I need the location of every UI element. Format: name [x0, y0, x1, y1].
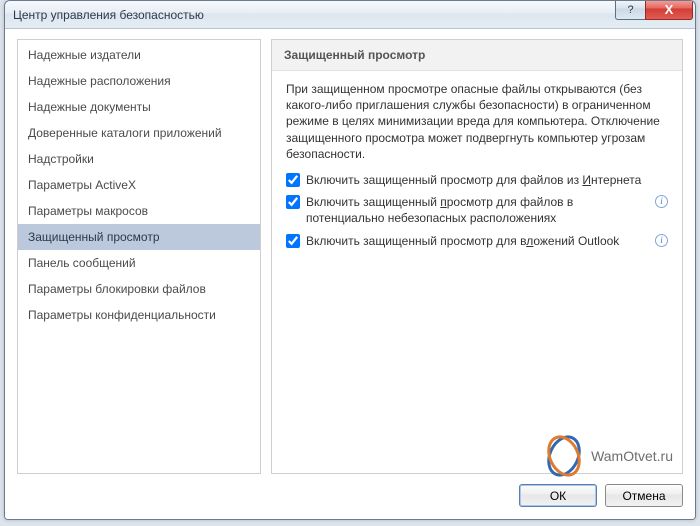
sidebar-item-trusted-locations[interactable]: Надежные расположения	[18, 68, 260, 94]
help-button[interactable]: ?	[615, 0, 645, 20]
sidebar-item-privacy[interactable]: Параметры конфиденциальности	[18, 302, 260, 328]
columns: Надежные издатели Надежные расположения …	[17, 39, 683, 474]
label-outlook-attachments[interactable]: Включить защищенный просмотр для вложени…	[306, 233, 645, 249]
section-heading: Защищенный просмотр	[272, 40, 682, 71]
info-icon[interactable]: i	[655, 234, 668, 247]
section-description: При защищенном просмотре опасные файлы о…	[286, 81, 668, 162]
option-internet-files: Включить защищенный просмотр для файлов …	[286, 172, 668, 188]
content-panel: Защищенный просмотр При защищенном просм…	[271, 39, 683, 474]
checkbox-outlook-attachments[interactable]	[286, 234, 300, 248]
titlebar[interactable]: Центр управления безопасностью ? X	[5, 1, 695, 29]
sidebar-item-trusted-app-catalogs[interactable]: Доверенные каталоги приложений	[18, 120, 260, 146]
sidebar: Надежные издатели Надежные расположения …	[17, 39, 261, 474]
sidebar-item-addins[interactable]: Надстройки	[18, 146, 260, 172]
sidebar-item-file-block[interactable]: Параметры блокировки файлов	[18, 276, 260, 302]
window-title: Центр управления безопасностью	[13, 8, 204, 22]
sidebar-item-trusted-publishers[interactable]: Надежные издатели	[18, 42, 260, 68]
titlebar-buttons: ? X	[615, 0, 693, 20]
label-unsafe-locations[interactable]: Включить защищенный просмотр для файлов …	[306, 194, 645, 226]
client-area: Надежные издатели Надежные расположения …	[5, 29, 695, 519]
sidebar-item-message-bar[interactable]: Панель сообщений	[18, 250, 260, 276]
sidebar-item-activex[interactable]: Параметры ActiveX	[18, 172, 260, 198]
option-outlook-attachments: Включить защищенный просмотр для вложени…	[286, 233, 668, 249]
option-unsafe-locations: Включить защищенный просмотр для файлов …	[286, 194, 668, 226]
trust-center-window: Центр управления безопасностью ? X Надеж…	[4, 0, 696, 520]
cancel-button[interactable]: Отмена	[605, 484, 683, 507]
dialog-buttons: ОК Отмена	[17, 474, 683, 507]
section-body: При защищенном просмотре опасные файлы о…	[272, 71, 682, 265]
sidebar-item-trusted-documents[interactable]: Надежные документы	[18, 94, 260, 120]
label-internet-files[interactable]: Включить защищенный просмотр для файлов …	[306, 172, 668, 188]
checkbox-internet-files[interactable]	[286, 173, 300, 187]
info-icon[interactable]: i	[655, 195, 668, 208]
sidebar-item-macro[interactable]: Параметры макросов	[18, 198, 260, 224]
sidebar-item-protected-view[interactable]: Защищенный просмотр	[18, 224, 260, 250]
close-button[interactable]: X	[645, 0, 693, 20]
ok-button[interactable]: ОК	[519, 484, 597, 507]
checkbox-unsafe-locations[interactable]	[286, 195, 300, 209]
